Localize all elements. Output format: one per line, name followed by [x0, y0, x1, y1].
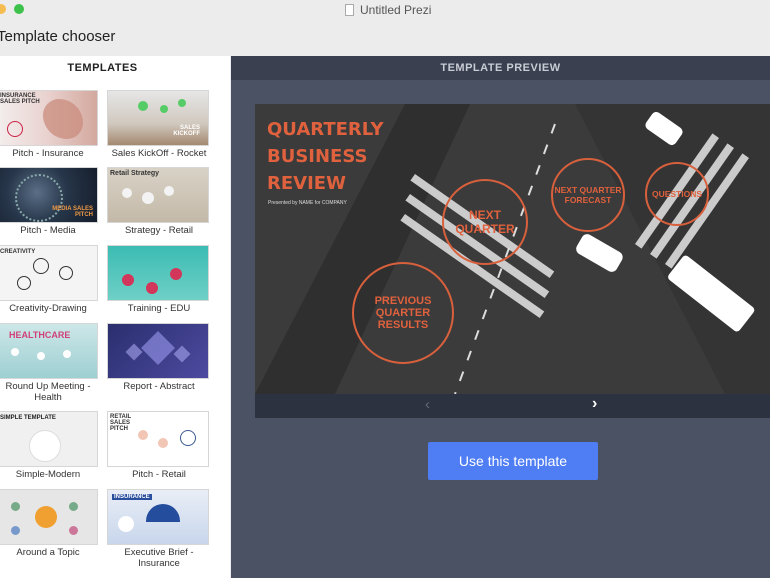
template-thumbnail: INSURANCE SALES PITCH [0, 90, 98, 146]
preview-circle-next-quarter: NEXT QUARTER [442, 179, 528, 265]
template-thumbnail [107, 245, 209, 301]
template-simple-modern[interactable]: SIMPLE TEMPLATE Simple-Modern [0, 411, 100, 480]
template-label: Pitch - Insurance [12, 148, 84, 159]
preview-slide: QUARTERLY BUSINESS REVIEW Presented by N… [255, 104, 770, 394]
preview-circle-forecast: NEXT QUARTER FORECAST [551, 158, 625, 232]
template-label: Sales KickOff - Rocket [111, 148, 207, 159]
window-title: Untitled Prezi [345, 3, 431, 17]
document-icon [345, 4, 354, 16]
template-pitch-media[interactable]: MEDIA SALES PITCH Pitch - Media [0, 167, 100, 236]
preview-circle-previous-results: PREVIOUS QUARTER RESULTS [352, 262, 454, 364]
template-sales-kickoff-rocket[interactable]: SALES KICKOFF Sales KickOff - Rocket [107, 90, 211, 159]
template-round-up-meeting-health[interactable]: HEALTHCARE Round Up Meeting - Health [0, 323, 100, 403]
chevron-right-icon[interactable]: › [592, 395, 597, 413]
template-around-a-topic[interactable]: Around a Topic [0, 489, 100, 558]
template-preview: QUARTERLY BUSINESS REVIEW Presented by N… [255, 104, 770, 418]
use-template-button[interactable]: Use this template [428, 442, 598, 480]
template-label: Creativity-Drawing [9, 303, 87, 314]
template-training-edu[interactable]: Training - EDU [107, 245, 211, 314]
window-title-text: Untitled Prezi [360, 3, 432, 17]
template-label: Training - EDU [127, 303, 191, 314]
template-label: Strategy - Retail [124, 225, 194, 236]
chooser-title: Template chooser [0, 28, 116, 45]
template-label: Around a Topic [16, 547, 80, 558]
template-label: Simple-Modern [15, 469, 81, 480]
templates-header: TEMPLATES [67, 62, 138, 74]
template-thumbnail: RETAIL SALES PITCH [107, 411, 209, 467]
zoom-button[interactable] [14, 4, 24, 14]
preview-slide-subtitle: Presented by NAME for COMPANY [268, 200, 347, 206]
template-label: Round Up Meeting - Health [5, 381, 91, 403]
template-creativity-drawing[interactable]: CREATIVITY Creativity-Drawing [0, 245, 100, 314]
templates-panel[interactable]: TEMPLATES INSURANCE SALES PITCH Pitch - … [0, 56, 230, 578]
template-thumbnail: INSURANCE [107, 489, 209, 545]
preview-circle-questions: QUESTIONS [645, 162, 709, 226]
template-pitch-insurance[interactable]: INSURANCE SALES PITCH Pitch - Insurance [0, 90, 100, 159]
window-titlebar: Untitled Prezi [0, 0, 770, 20]
minimize-button[interactable] [0, 4, 6, 14]
template-report-abstract[interactable]: Report - Abstract [107, 323, 211, 392]
preview-slide-title: QUARTERLY BUSINESS REVIEW [267, 119, 384, 194]
chevron-left-icon[interactable]: ‹ [425, 396, 430, 413]
template-thumbnail: CREATIVITY [0, 245, 98, 301]
template-thumbnail [107, 323, 209, 379]
template-thumbnail: Retail Strategy [107, 167, 209, 223]
preview-nav-bar: ‹ › [255, 394, 770, 418]
template-strategy-retail[interactable]: Retail Strategy Strategy - Retail [107, 167, 211, 236]
template-label: Executive Brief - Insurance [124, 547, 194, 569]
template-thumbnail: HEALTHCARE [0, 323, 98, 379]
template-thumbnail: SIMPLE TEMPLATE [0, 411, 98, 467]
preview-header: TEMPLATE PREVIEW [231, 56, 770, 80]
template-thumbnail [0, 489, 98, 545]
preview-panel: TEMPLATE PREVIEW QUARTERLY BUSINESS REVI… [231, 56, 770, 578]
template-thumbnail: SALES KICKOFF [107, 90, 209, 146]
template-label: Report - Abstract [123, 381, 195, 392]
template-label: Pitch - Media [20, 225, 76, 236]
template-executive-brief-insurance[interactable]: INSURANCE Executive Brief - Insurance [107, 489, 211, 569]
template-pitch-retail[interactable]: RETAIL SALES PITCH Pitch - Retail [107, 411, 211, 480]
template-thumbnail: MEDIA SALES PITCH [0, 167, 98, 223]
template-label: Pitch - Retail [132, 469, 186, 480]
